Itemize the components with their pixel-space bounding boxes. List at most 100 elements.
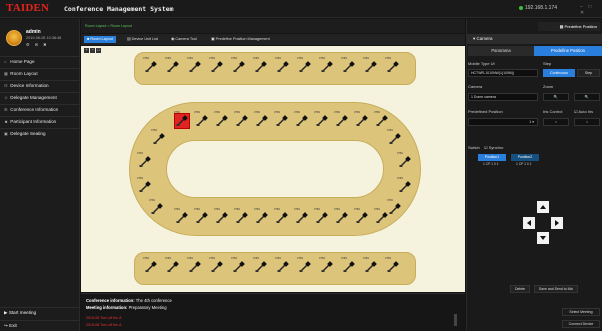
microphone-unit[interactable]: 0769 [151,129,166,146]
iris-open-button[interactable]: ○ [574,118,600,126]
microphone-unit[interactable]: 0769 [397,152,412,169]
microphone-unit[interactable]: 0769 [209,257,224,274]
microphone-unit[interactable]: 0769 [187,57,202,74]
microphone-unit[interactable]: 0769 [314,111,329,128]
microphone-unit[interactable]: 0769 [254,208,269,225]
tab-device-unit-list[interactable]: ▤ Device Unit List [124,36,161,43]
fit-button[interactable]: □ [96,48,101,53]
tab-room-layout[interactable]: ■ Room Layout [84,36,116,43]
microphone-unit[interactable]: 0769 [275,257,290,274]
microphone-unit[interactable]: 0769 [253,57,268,74]
zoom-in-button[interactable]: 🔍 [574,93,600,101]
microphone-unit[interactable]: 0769 [385,57,400,74]
tab-predefine-position-management[interactable]: ▣ Predefine Position Management [208,36,273,43]
camera-section-header[interactable]: ▾ Camera [467,34,602,44]
microphone-unit[interactable]: 0769 [354,208,369,225]
microphone-unit[interactable]: 0769 [274,111,289,128]
position1-button[interactable]: Position1 [478,154,506,161]
microphone-unit[interactable]: 0769 [297,257,312,274]
microphone-unit[interactable]: 0769 [194,111,209,128]
direction-left-button[interactable] [523,217,535,229]
synchro-checkbox[interactable]: ☑ Synchro [484,145,503,150]
direction-up-button[interactable] [537,201,549,213]
microphone-unit[interactable]: 0769 [363,57,378,74]
start-meeting-button[interactable]: ▶ Start meeting [0,307,80,318]
auto-iris-checkbox[interactable]: ☑ Auto Iris [574,109,593,114]
predefined-position-select[interactable]: 1 ▾ [468,118,538,126]
direction-down-button[interactable] [537,232,549,244]
zoom-in-button[interactable]: + [84,48,89,53]
microphone-unit[interactable]: 0769 [387,199,402,216]
microphone-unit[interactable]: 0769 [165,57,180,74]
window-controls[interactable]: − □ ✕ [580,4,602,16]
camera-select[interactable]: 1 Dome camera [468,93,538,101]
microphone-unit[interactable]: 0769 [143,57,158,74]
sidebar-item-conference-information[interactable]: ☰ Conference Information [0,104,80,115]
sidebar-item-delegate-management[interactable]: ☺ Delegate Management [0,92,80,103]
microphone-unit[interactable]: 0769 [137,177,152,194]
zoom-out-button[interactable]: 🔍 [543,93,569,101]
tab-camera-tool[interactable]: ◉ Camera Tool [168,36,200,43]
save-send-button[interactable]: Save and Send to Mic [534,285,578,293]
delete-button[interactable]: Delete [510,285,530,293]
sidebar-item-participant-information[interactable]: ☻ Participant Information [0,116,80,127]
sidebar-item-room-layout[interactable]: ▦ Room Layout [0,68,80,79]
position2-button[interactable]: Position2 [511,154,539,161]
microphone-unit[interactable]: 0769 [385,257,400,274]
microphone-unit[interactable]: 0769 [234,111,249,128]
microphone-unit[interactable]: 0769 [187,257,202,274]
direction-right-button[interactable] [551,217,563,229]
microphone-unit[interactable]: 0769 [214,111,229,128]
microphone-unit[interactable]: 0769 [294,111,309,128]
microphone-unit[interactable]: 0769 [143,257,158,274]
microphone-unit[interactable]: 0769 [294,208,309,225]
step-button[interactable]: Step [577,69,600,77]
microphone-unit[interactable]: 0769 [234,208,249,225]
microphone-unit[interactable]: 0769 [319,257,334,274]
microphone-unit[interactable]: 0769 [354,111,369,128]
microphone-unit[interactable]: 0769 [254,111,269,128]
microphone-unit[interactable]: 0769 [374,208,389,225]
microphone-unit[interactable]: 0769 [275,57,290,74]
zoom-out-button[interactable]: − [90,48,95,53]
microphone-unit[interactable]: 0769 [334,111,349,128]
avatar[interactable] [6,30,22,46]
microphone-unit[interactable]: 0769 [165,257,180,274]
microphone-unit[interactable]: 0769 [297,57,312,74]
microphone-unit[interactable]: 0769 [363,257,378,274]
sidebar-item-device-information[interactable]: ☷ Device Information [0,80,80,91]
sidebar-item-home[interactable]: ⌂ Home Page [0,56,80,67]
log-scrollbar[interactable] [454,314,457,326]
user-action-icons[interactable]: ⚙ ✉ ✖ [26,42,49,47]
select-meeting-button[interactable]: Select Meeting [562,308,600,316]
microphone-unit[interactable]: 0769 [231,57,246,74]
microphone-unit[interactable]: 0769 [214,208,229,225]
microphone-unit[interactable]: 0769 [387,129,402,146]
panorama-tab[interactable]: Panorama [468,46,534,56]
microphone-unit[interactable]: 0769 [174,208,189,225]
microphone-unit[interactable]: 0769 [341,57,356,74]
microphone-unit[interactable]: 0769 [209,57,224,74]
microphone-unit[interactable]: 0769 [253,257,268,274]
microphone-unit[interactable]: 0769 [314,208,329,225]
connect-device-button[interactable]: Connect Device [562,320,600,328]
mobile-type-select[interactable]: HCTWR-1010NW(1(100M)) [468,69,538,77]
microphone-unit[interactable]: 0769 [341,257,356,274]
microphone-unit[interactable]: 0769 [231,257,246,274]
iris-close-button[interactable]: ○ [543,118,569,126]
continuous-button[interactable]: Continuous [543,69,575,77]
predefine-position-tab[interactable]: Predefine Position [534,46,602,56]
microphone-unit[interactable]: 0769 [149,199,164,216]
exit-button[interactable]: ↪ Exit [0,320,80,331]
microphone-icon [211,61,223,72]
microphone-unit[interactable]: 0769 [194,208,209,225]
microphone-unit[interactable]: 0769 [319,57,334,74]
microphone-unit[interactable]: 0769 [137,152,152,169]
sidebar-item-delegate-seating[interactable]: ▣ Delegate Seating [0,128,80,139]
predefine-position-button[interactable]: ▩ Predefine Position [538,22,600,31]
microphone-unit[interactable]: 0769 [174,111,190,129]
microphone-unit[interactable]: 0769 [334,208,349,225]
microphone-unit[interactable]: 0769 [397,177,412,194]
microphone-unit[interactable]: 0769 [274,208,289,225]
microphone-unit[interactable]: 0769 [374,111,389,128]
